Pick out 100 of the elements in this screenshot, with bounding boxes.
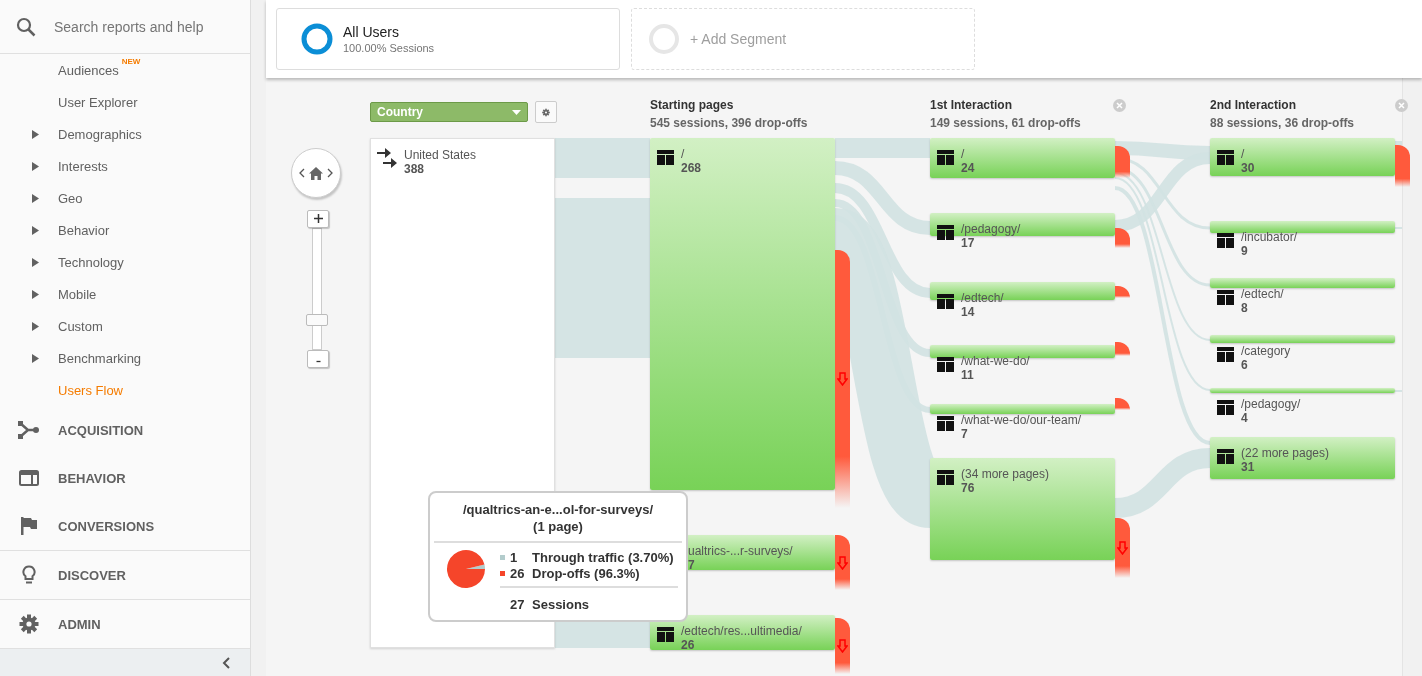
- node-label: /what-we-do/our-team/: [961, 413, 1082, 427]
- legend-count: 1: [510, 550, 519, 565]
- sidebar-item[interactable]: Custom: [0, 310, 250, 342]
- sidebar-item[interactable]: Interests: [0, 150, 250, 182]
- node-label: ualtrics-...r-surveys/: [688, 544, 793, 558]
- zoom-in-button[interactable]: [307, 210, 329, 228]
- arrows-icon: [377, 148, 397, 168]
- node-label: /category: [1241, 344, 1291, 358]
- page-node[interactable]: [1210, 221, 1395, 233]
- node-count: 24: [961, 161, 975, 175]
- sidebar-item[interactable]: Technology: [0, 246, 250, 278]
- column-summary: 545 sessions, 396 drop-offs: [650, 116, 808, 130]
- expand-arrow-icon[interactable]: [32, 193, 39, 203]
- expand-arrow-icon[interactable]: [32, 257, 39, 267]
- sidebar-item[interactable]: Audiences NEW: [0, 54, 250, 86]
- expand-arrow-icon[interactable]: [32, 289, 39, 299]
- drop-off-bar[interactable]: [1115, 286, 1130, 298]
- page-icon: [1217, 150, 1234, 165]
- drop-off-bar[interactable]: [1395, 145, 1410, 187]
- page-icon: [657, 627, 674, 642]
- page-node[interactable]: [1210, 138, 1395, 176]
- page-node[interactable]: [930, 345, 1115, 358]
- node-count: 17: [961, 236, 976, 250]
- expand-arrow-icon[interactable]: [32, 321, 39, 331]
- expand-arrow-icon[interactable]: [32, 353, 39, 363]
- branch-icon: [18, 421, 40, 439]
- drop-off-bar[interactable]: [835, 250, 850, 508]
- expand-arrow-icon[interactable]: [32, 161, 39, 171]
- page-icon: [657, 150, 674, 165]
- nav-section[interactable]: ACQUISITION: [0, 406, 250, 454]
- nav-section[interactable]: BEHAVIOR: [0, 454, 250, 502]
- total-count: 27: [510, 597, 526, 612]
- node-count: 11: [961, 368, 975, 382]
- page-icon: [1217, 233, 1234, 248]
- drop-off-bar[interactable]: [835, 535, 850, 590]
- chevron-left-icon[interactable]: [222, 656, 230, 669]
- expand-arrow-icon[interactable]: [32, 129, 39, 139]
- zoom-slider[interactable]: [306, 228, 330, 350]
- settings-button[interactable]: [535, 101, 557, 123]
- sidebar-item[interactable]: Geo: [0, 182, 250, 214]
- node-count: 26: [681, 638, 696, 652]
- column-title: Starting pages: [650, 98, 735, 112]
- node-label: /: [961, 147, 966, 161]
- segment-detail: 100.00% Sessions: [343, 42, 435, 54]
- page-icon: [1217, 347, 1234, 362]
- expand-arrow-icon[interactable]: [32, 225, 39, 235]
- drop-off-bar[interactable]: [835, 618, 850, 674]
- node-label: /: [681, 147, 686, 161]
- node-label: (22 more pages): [1241, 446, 1330, 460]
- node-count: 388: [404, 162, 426, 176]
- search-field[interactable]: Search reports and help: [54, 18, 234, 35]
- pan-control[interactable]: [291, 148, 341, 198]
- sidebar-item[interactable]: Mobile: [0, 278, 250, 310]
- sidebar-item[interactable]: Behavior: [0, 214, 250, 246]
- sidebar-item[interactable]: Demographics: [0, 118, 250, 150]
- page-node[interactable]: [930, 458, 1115, 560]
- new-label: NEW: [121, 57, 141, 66]
- drop-off-bar[interactable]: [1115, 342, 1130, 356]
- node-label: /pedagogy/: [961, 222, 1021, 236]
- column-summary: 88 sessions, 36 drop-offs: [1210, 116, 1355, 130]
- sidebar-item[interactable]: Benchmarking: [0, 342, 250, 374]
- node-label: /edtech/: [1241, 287, 1284, 301]
- page-node[interactable]: [650, 615, 835, 650]
- ring-icon: [648, 23, 680, 55]
- segment-card[interactable]: All Users 100.00% Sessions: [276, 8, 620, 70]
- column-title: 2nd Interaction: [1210, 98, 1297, 112]
- down-arrow-icon: [837, 372, 848, 386]
- page-icon: [937, 150, 954, 165]
- drop-off-bar[interactable]: [1115, 398, 1130, 410]
- pie-chart-drawing: [446, 549, 486, 589]
- node-label: (34 more pages): [961, 467, 1050, 481]
- page-node[interactable]: [1210, 437, 1395, 479]
- nav-section[interactable]: CONVERSIONS: [0, 502, 250, 550]
- flag-icon: [21, 517, 37, 535]
- drop-off-bar[interactable]: [1115, 146, 1130, 178]
- nav-section[interactable]: DISCOVER: [0, 550, 250, 599]
- page-icon: [937, 294, 954, 309]
- page-node[interactable]: [1210, 388, 1395, 393]
- zoom-thumb[interactable]: [306, 313, 328, 326]
- page-icon: [937, 225, 954, 240]
- page-node[interactable]: [1210, 278, 1395, 288]
- sidebar-item[interactable]: User Explorer: [0, 86, 250, 118]
- node-count: 4: [1241, 411, 1249, 425]
- page-icon: [937, 357, 954, 372]
- drop-off-bar[interactable]: [1115, 228, 1130, 248]
- page-node[interactable]: [930, 138, 1115, 178]
- node-count: 7: [961, 427, 969, 441]
- ring-icon: [301, 23, 333, 55]
- search-icon[interactable]: [16, 16, 36, 37]
- page-node[interactable]: [930, 213, 1115, 236]
- column-title: 1st Interaction: [930, 98, 1014, 112]
- page-node[interactable]: [1210, 335, 1395, 343]
- settings-icon: [19, 614, 39, 634]
- home-icon[interactable]: [309, 166, 323, 180]
- page-node[interactable]: [930, 404, 1115, 414]
- page-node[interactable]: [650, 138, 835, 490]
- page-icon: [937, 416, 954, 431]
- page-icon: [1217, 400, 1234, 415]
- drop-off-bar[interactable]: [1115, 518, 1130, 578]
- page-icon: [1217, 449, 1234, 464]
